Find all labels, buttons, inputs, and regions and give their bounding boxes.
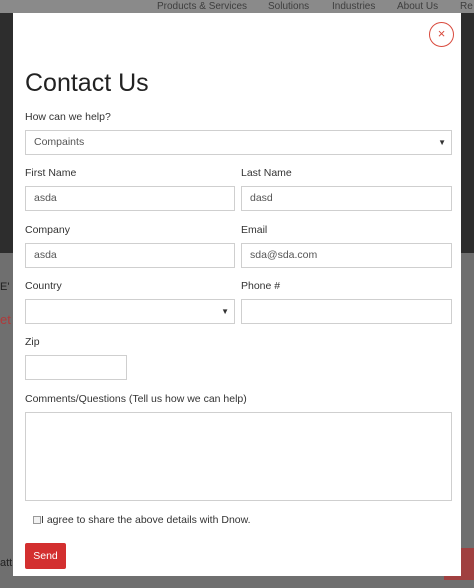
bg-nav-products: Products & Services	[157, 1, 248, 12]
agree-checkbox[interactable]	[33, 516, 41, 524]
first-name-label: First Name	[25, 167, 77, 179]
first-name-field[interactable]: asda	[25, 186, 235, 211]
phone-label: Phone #	[241, 280, 281, 292]
chevron-down-icon: ▼	[221, 307, 229, 316]
agree-label: I agree to share the above details with …	[41, 514, 251, 526]
phone-field[interactable]	[241, 299, 452, 324]
last-name-field[interactable]: dasd	[241, 186, 452, 211]
company-field[interactable]: asda	[25, 243, 235, 268]
chevron-down-icon: ▼	[438, 138, 446, 147]
bg-nav-about: About Us	[397, 1, 439, 12]
background-nav: Products & Services Solutions Industries…	[0, 0, 474, 13]
help-select-value: Compaints	[34, 136, 85, 148]
bg-nav-solutions: Solutions	[268, 1, 310, 12]
page-title: Contact Us	[25, 69, 149, 97]
zip-field[interactable]	[25, 355, 127, 380]
close-icon[interactable]: ×	[429, 22, 454, 47]
last-name-label: Last Name	[241, 167, 292, 179]
help-select[interactable]: Compaints ▼	[25, 130, 452, 155]
help-label: How can we help?	[25, 111, 111, 123]
bg-nav-industries: Industries	[332, 1, 376, 12]
bg-nav-more: Re	[460, 1, 473, 12]
bg-fragment-2: et	[0, 312, 11, 327]
bg-fragment-1: E'	[0, 281, 10, 293]
country-label: Country	[25, 280, 62, 292]
comments-textarea[interactable]	[25, 412, 452, 501]
email-field[interactable]: sda@sda.com	[241, 243, 452, 268]
country-select[interactable]: ▼	[25, 299, 235, 324]
contact-modal: × Contact Us How can we help? Compaints …	[13, 13, 461, 576]
send-button[interactable]: Send	[25, 543, 66, 569]
bg-fragment-3: att	[0, 557, 13, 569]
email-label: Email	[241, 224, 268, 236]
company-label: Company	[25, 224, 70, 236]
comments-label: Comments/Questions (Tell us how we can h…	[25, 393, 247, 405]
zip-label: Zip	[25, 336, 40, 348]
